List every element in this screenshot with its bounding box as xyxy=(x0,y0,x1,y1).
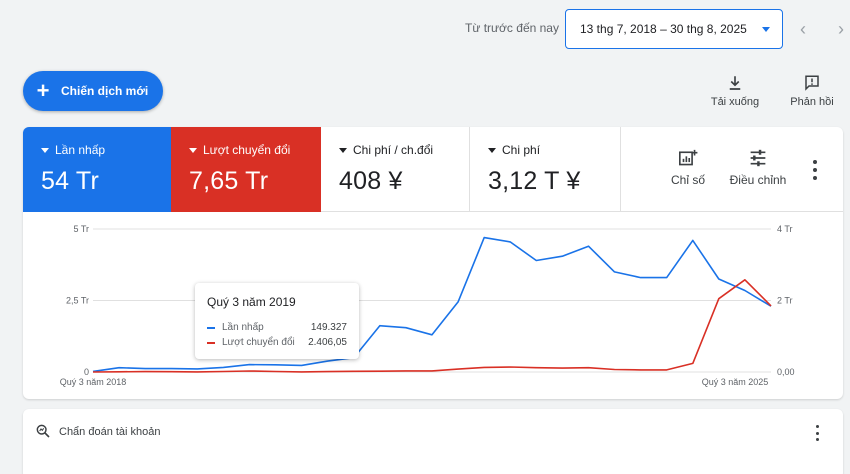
chart-tooltip: Quý 3 năm 2019 Lần nhấp 149.327 Lượt chu… xyxy=(195,283,359,359)
date-range-value: 13 thg 7, 2018 – 30 thg 8, 2025 xyxy=(580,22,747,36)
feedback-label: Phản hồi xyxy=(790,96,834,108)
metric-cost-per-conversion-label: Chi phí / ch.đổi xyxy=(353,143,434,157)
search-insights-icon xyxy=(36,424,50,438)
metrics-button-label: Chỉ số xyxy=(670,173,705,187)
metric-cost[interactable]: Chi phí 3,12 T ¥ xyxy=(470,127,621,212)
adjust-button[interactable]: Điều chỉnh xyxy=(726,149,790,187)
add-chart-icon xyxy=(678,149,698,166)
next-period-button[interactable]: › xyxy=(831,17,850,41)
new-campaign-label: Chiến dịch mới xyxy=(61,84,149,98)
more-options-button[interactable] xyxy=(808,160,822,180)
chevron-right-icon: › xyxy=(838,18,844,39)
chevron-left-icon: ‹ xyxy=(800,18,806,39)
metric-conversions-value: 7,65 Tr xyxy=(189,167,269,195)
dropdown-arrow-icon xyxy=(339,147,347,153)
x-tick-label: Quý 3 năm 2025 xyxy=(702,377,769,387)
account-diagnostics-card: Chẩn đoán tài khoản xyxy=(23,409,843,474)
diagnostics-title: Chẩn đoán tài khoản xyxy=(59,426,161,438)
dropdown-arrow-icon xyxy=(488,147,496,153)
y-right-tick-label: 4 Tr xyxy=(777,224,793,234)
feedback-button[interactable]: Phản hồi xyxy=(786,74,838,108)
metric-cost-per-conversion[interactable]: Chi phí / ch.đổi 408 ¥ xyxy=(321,127,470,212)
previous-period-button[interactable]: ‹ xyxy=(793,17,813,41)
date-range-label: Từ trước đến nay xyxy=(465,21,559,35)
y-left-tick-label: 2,5 Tr xyxy=(66,296,89,306)
performance-chart: 0 0,00 2,5 Tr 2 Tr 5 Tr 4 Tr Quý 3 năm 2018 Quý… xyxy=(60,224,795,387)
tooltip-row-conversions: Lượt chuyển đổi 2.406,05 xyxy=(207,335,347,350)
adjust-button-label: Điều chỉnh xyxy=(729,173,787,187)
tooltip-row-clicks: Lần nhấp 149.327 xyxy=(207,320,347,335)
date-range-select[interactable]: 13 thg 7, 2018 – 30 thg 8, 2025 xyxy=(565,9,783,49)
tooltip-title: Quý 3 năm 2019 xyxy=(207,295,296,309)
performance-card: Lần nhấp 54 Tr Lượt chuyển đổi 7,65 Tr C… xyxy=(23,127,843,399)
metric-clicks[interactable]: Lần nhấp 54 Tr xyxy=(23,127,171,212)
metric-cost-per-conversion-value: 408 ¥ xyxy=(339,167,403,195)
download-label: Tải xuống xyxy=(710,96,760,108)
x-tick-label: Quý 3 năm 2018 xyxy=(60,377,127,387)
metrics-row: Lần nhấp 54 Tr Lượt chuyển đổi 7,65 Tr C… xyxy=(23,127,843,212)
y-right-tick-label: 2 Tr xyxy=(777,296,793,306)
tooltip-clicks-value: 149.327 xyxy=(310,322,347,333)
download-button[interactable]: Tải xuống xyxy=(706,74,764,108)
dropdown-arrow-icon xyxy=(189,147,197,153)
metric-conversions-label: Lượt chuyển đổi xyxy=(203,143,291,157)
diagnostics-more-button[interactable] xyxy=(811,425,823,441)
legend-swatch-clicks xyxy=(207,326,215,329)
tooltip-conversions-name: Lượt chuyển đổi xyxy=(222,337,295,348)
feedback-icon xyxy=(805,75,819,91)
metric-clicks-value: 54 Tr xyxy=(41,167,99,195)
download-icon xyxy=(729,76,741,90)
metric-cost-value: 3,12 T ¥ xyxy=(488,167,581,195)
legend-swatch-conversions xyxy=(207,341,215,344)
metrics-button[interactable]: Chỉ số xyxy=(665,149,711,187)
metric-conversions[interactable]: Lượt chuyển đổi 7,65 Tr xyxy=(171,127,321,212)
metric-cost-label: Chi phí xyxy=(502,143,541,157)
tooltip-conversions-value: 2.406,05 xyxy=(308,337,347,348)
y-right-tick-label: 0,00 xyxy=(777,367,795,377)
caret-down-icon xyxy=(762,27,770,32)
tooltip-clicks-name: Lần nhấp xyxy=(222,322,264,333)
y-left-tick-label: 5 Tr xyxy=(73,224,89,234)
y-left-tick-label: 0 xyxy=(84,367,89,377)
dropdown-arrow-icon xyxy=(41,147,49,153)
new-campaign-button[interactable]: + Chiến dịch mới xyxy=(23,71,163,111)
tune-icon xyxy=(750,149,766,167)
plus-icon: + xyxy=(36,78,50,103)
metric-clicks-label: Lần nhấp xyxy=(55,143,106,157)
